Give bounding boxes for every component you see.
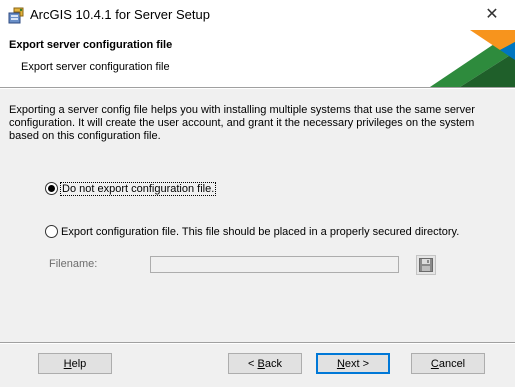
header-banner: Export server configuration file Export …: [0, 30, 515, 87]
description-text: Exporting a server config file helps you…: [9, 104, 475, 142]
option-do-not-export[interactable]: Do not export configuration file.: [45, 181, 217, 196]
back-button[interactable]: < Back: [228, 353, 302, 374]
filename-input[interactable]: [150, 256, 399, 273]
help-button[interactable]: Help: [38, 353, 112, 374]
floppy-disk-icon: [419, 258, 433, 272]
filename-label: Filename:: [49, 258, 98, 270]
page-subtitle: Export server configuration file: [21, 61, 170, 73]
close-icon: ✕: [485, 6, 499, 23]
window-title: ArcGIS 10.4.1 for Server Setup: [30, 7, 210, 22]
banner-graphic: [430, 30, 515, 87]
next-button[interactable]: Next >: [316, 353, 390, 374]
browse-button[interactable]: [416, 255, 436, 275]
footer: Help < Back Next > Cancel: [0, 344, 515, 387]
option-export[interactable]: Export configuration file. This file sho…: [45, 225, 459, 238]
next-button-accesskey: N: [336, 358, 345, 370]
back-button-label-post: ack: [264, 358, 282, 370]
help-button-label-post: elp: [71, 358, 87, 370]
cancel-button-label-post: ancel: [438, 358, 466, 370]
help-button-accesskey: H: [63, 358, 72, 370]
next-button-label-post: ext >: [344, 358, 370, 370]
cancel-button[interactable]: Cancel: [411, 353, 485, 374]
option-do-not-export-label: Do not export configuration file.: [59, 181, 217, 196]
close-button[interactable]: ✕: [469, 0, 515, 30]
radio-do-not-export[interactable]: [45, 182, 58, 195]
installer-icon: [8, 7, 24, 24]
back-button-label-pre: <: [248, 358, 258, 370]
content-area: Exporting a server config file helps you…: [0, 89, 515, 342]
back-button-accesskey: B: [257, 358, 265, 370]
option-export-label: Export configuration file. This file sho…: [61, 225, 460, 238]
page-title: Export server configuration file: [9, 39, 173, 51]
radio-export[interactable]: [45, 225, 58, 238]
title-bar: ArcGIS 10.4.1 for Server Setup ✕: [0, 0, 515, 30]
cancel-button-accesskey: C: [430, 358, 439, 370]
